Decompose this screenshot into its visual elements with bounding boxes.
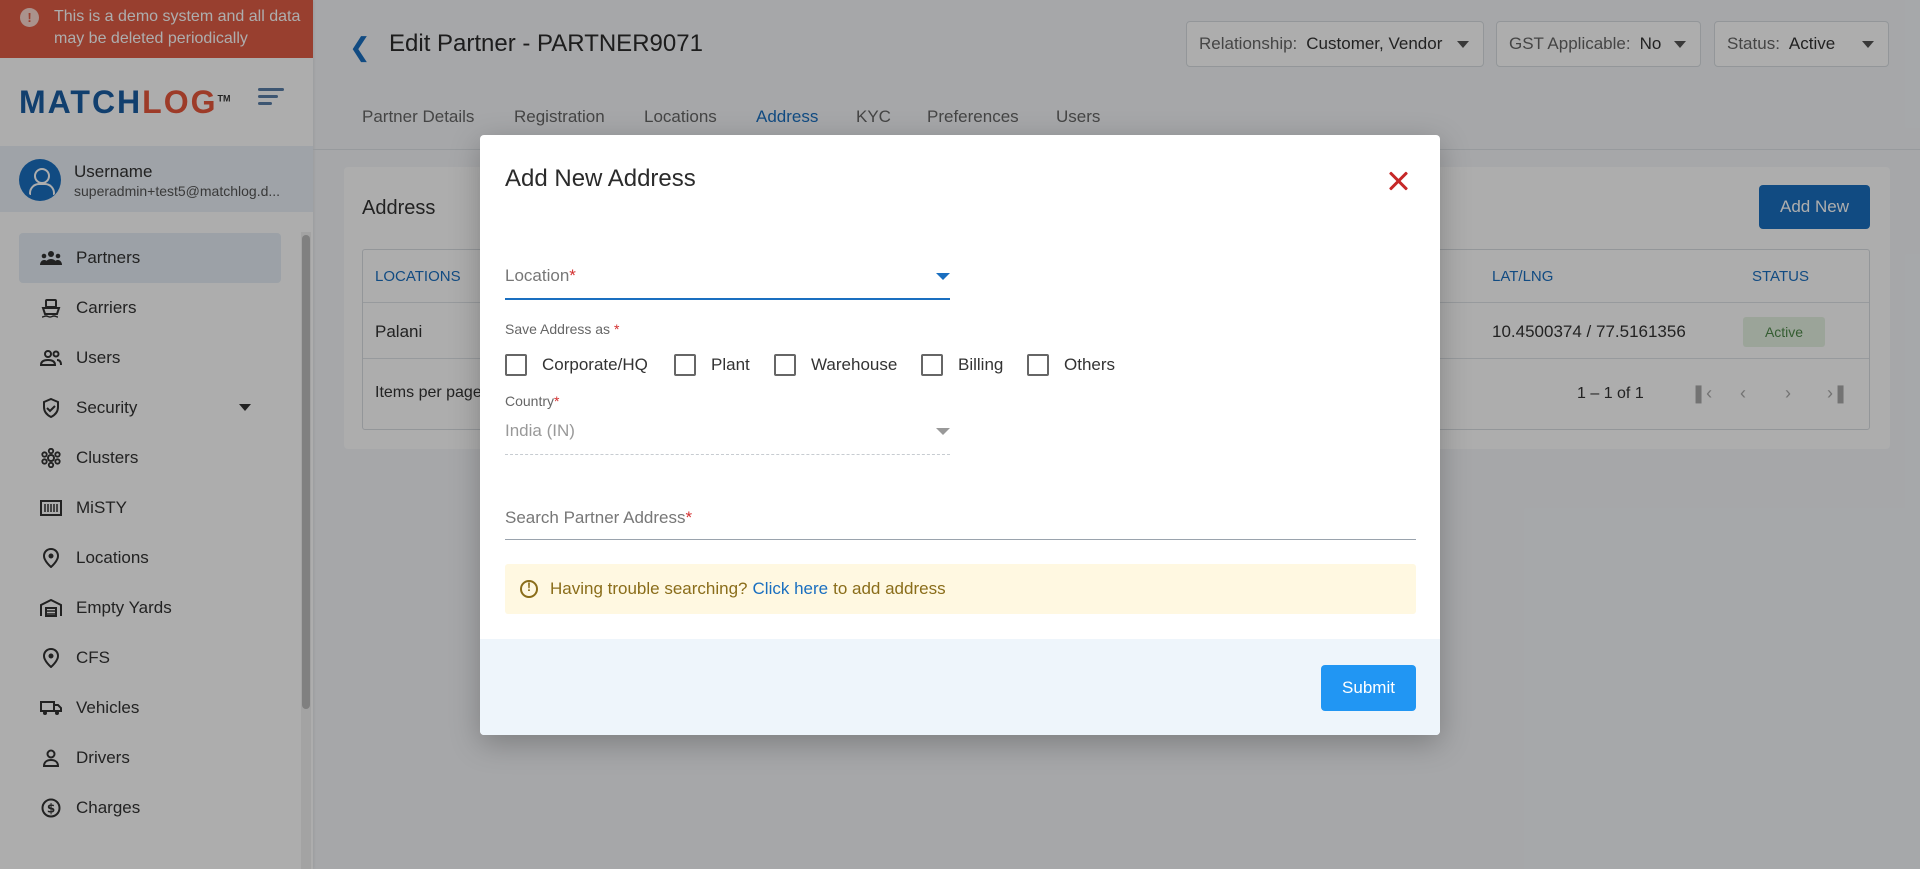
close-icon[interactable]: [1386, 169, 1410, 193]
add-address-dialog: Add New Address Location* Save Address a…: [480, 135, 1440, 735]
click-here-link[interactable]: Click here: [753, 579, 829, 599]
chevron-down-icon: [936, 273, 950, 280]
save-address-as-group: Corporate/HQ Plant Warehouse Billing Oth…: [505, 354, 1205, 380]
country-select: India (IN): [505, 405, 950, 455]
checkbox-billing[interactable]: Billing: [921, 354, 1003, 376]
checkbox-warehouse[interactable]: Warehouse: [774, 354, 897, 376]
search-partner-address-input[interactable]: Search Partner Address*: [505, 490, 1416, 540]
checkbox-others[interactable]: Others: [1027, 354, 1115, 376]
search-partner-address-label: Search Partner Address: [505, 508, 686, 527]
dialog-footer: Submit: [480, 639, 1440, 735]
save-address-as-label: Save Address as: [505, 321, 611, 337]
info-icon: [520, 580, 538, 598]
location-select[interactable]: Location*: [505, 250, 950, 300]
submit-button[interactable]: Submit: [1321, 665, 1416, 711]
location-label: Location: [505, 266, 570, 285]
chevron-down-icon: [936, 428, 950, 435]
country-value: India (IN): [505, 421, 575, 440]
search-help-banner: Having trouble searching? Click here to …: [505, 564, 1416, 614]
dialog-title: Add New Address: [505, 165, 696, 192]
checkbox-corporate-hq[interactable]: Corporate/HQ: [505, 354, 648, 376]
checkbox-plant[interactable]: Plant: [674, 354, 750, 376]
